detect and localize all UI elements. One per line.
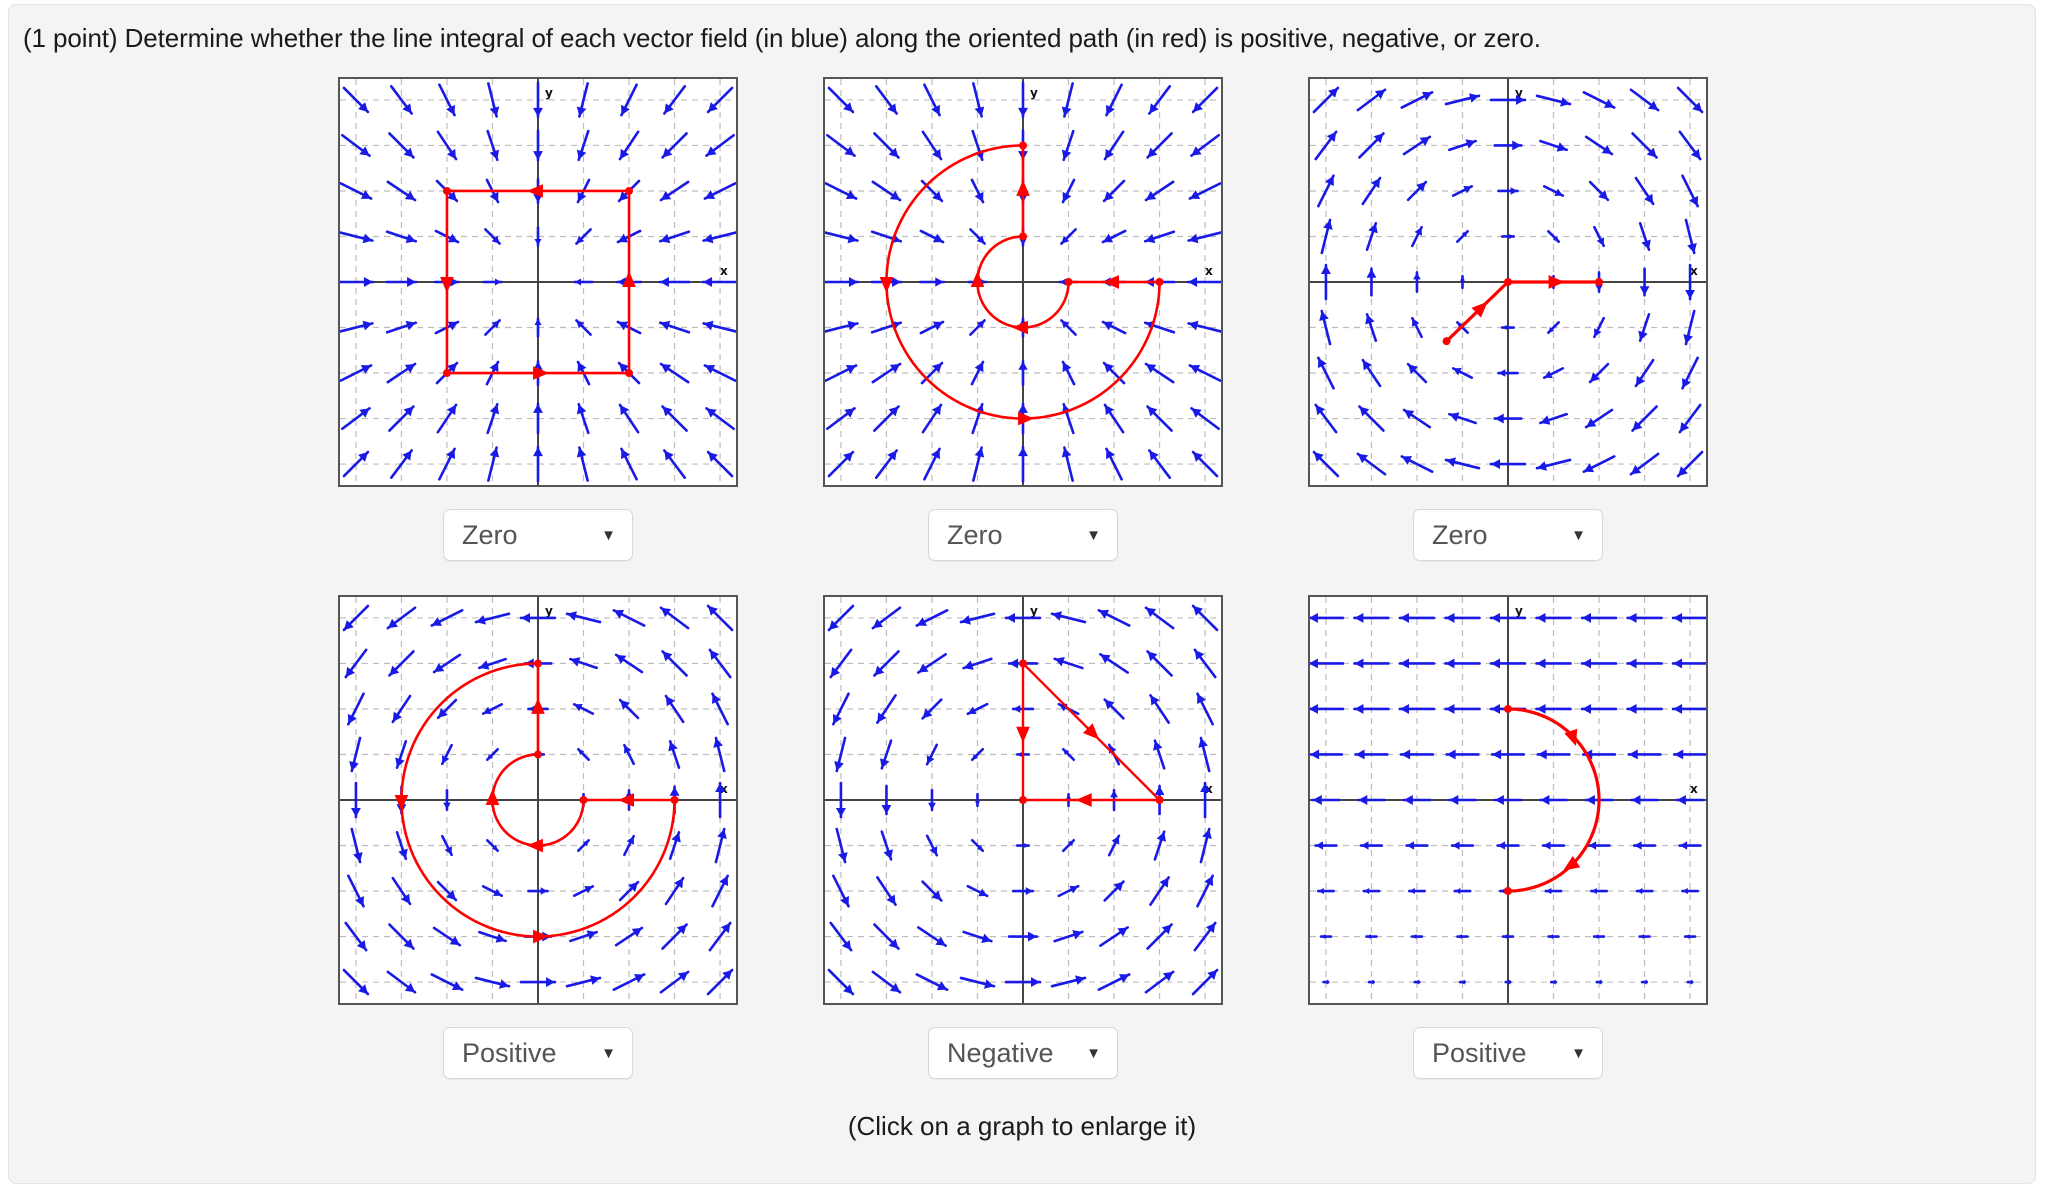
graph-5-answer-value: Negative xyxy=(947,1037,1054,1068)
graph-6-answer-select[interactable]: Positive ▼ xyxy=(1413,1027,1603,1079)
graph-cell-6: xy Positive ▼ xyxy=(1308,595,1708,1079)
graph-5-answer-select[interactable]: Negative ▼ xyxy=(928,1027,1118,1079)
graph-2-canvas: xy xyxy=(825,79,1221,485)
svg-text:x: x xyxy=(1690,782,1698,796)
svg-text:y: y xyxy=(545,86,553,100)
graph-cell-3: xy Zero ▼ xyxy=(1308,77,1708,561)
graph-2-answer-select[interactable]: Zero ▼ xyxy=(928,509,1118,561)
question-prompt: (1 point) Determine whether the line int… xyxy=(23,23,1541,53)
graph-3-canvas: xy xyxy=(1310,79,1706,485)
graph-3-plot[interactable]: xy xyxy=(1308,77,1708,487)
graph-cell-4: xy Positive ▼ xyxy=(338,595,738,1079)
chevron-down-icon: ▼ xyxy=(1086,526,1101,544)
graph-cell-1: xy Zero ▼ xyxy=(338,77,738,561)
svg-text:y: y xyxy=(545,604,553,618)
graph-3-answer-value: Zero xyxy=(1432,519,1488,550)
graph-4-canvas: xy xyxy=(340,597,736,1003)
graph-6-plot[interactable]: xy xyxy=(1308,595,1708,1005)
graph-cell-2: xy Zero ▼ xyxy=(823,77,1223,561)
graph-5-plot[interactable]: xy xyxy=(823,595,1223,1005)
graph-4-answer-value: Positive xyxy=(462,1037,557,1068)
graph-grid: xy Zero ▼ xy Zero ▼ xy Zero ▼ x y Positi… xyxy=(9,77,2037,1079)
graph-1-answer-select[interactable]: Zero ▼ xyxy=(443,509,633,561)
svg-text:y: y xyxy=(1515,604,1523,618)
enlarge-hint: (Click on a graph to enlarge it) xyxy=(847,1111,1197,1141)
graph-1-plot[interactable]: xy xyxy=(338,77,738,487)
chevron-down-icon: ▼ xyxy=(601,526,616,544)
chevron-down-icon: ▼ xyxy=(1571,526,1586,544)
graph-5-canvas: xy xyxy=(825,597,1221,1003)
chevron-down-icon: ▼ xyxy=(1086,1044,1101,1062)
graph-row-bottom: xy Positive ▼ xy Negative ▼ xy Positive … xyxy=(9,595,2037,1079)
graph-1-answer-value: Zero xyxy=(462,519,518,550)
chevron-down-icon: ▼ xyxy=(601,1044,616,1062)
graph-1-canvas: xy xyxy=(340,79,736,485)
row-gap xyxy=(9,561,2037,595)
svg-text:x: x xyxy=(720,264,728,278)
graph-3-answer-select[interactable]: Zero ▼ xyxy=(1413,509,1603,561)
graph-4-plot[interactable]: xy xyxy=(338,595,738,1005)
graph-cell-5: xy Negative ▼ xyxy=(823,595,1223,1079)
graph-6-answer-value: Positive xyxy=(1432,1037,1527,1068)
graph-4-answer-select[interactable]: Positive ▼ xyxy=(443,1027,633,1079)
problem-panel: (1 point) Determine whether the line int… xyxy=(8,4,2036,1184)
graph-row-top: xy Zero ▼ xy Zero ▼ xy Zero ▼ xyxy=(9,77,2037,561)
graph-6-canvas: xy xyxy=(1310,597,1706,1003)
graph-2-plot[interactable]: xy xyxy=(823,77,1223,487)
svg-text:x: x xyxy=(1205,264,1213,278)
svg-text:y: y xyxy=(1030,604,1038,618)
svg-text:y: y xyxy=(1030,86,1038,100)
chevron-down-icon: ▼ xyxy=(1571,1044,1586,1062)
graph-2-answer-value: Zero xyxy=(947,519,1003,550)
